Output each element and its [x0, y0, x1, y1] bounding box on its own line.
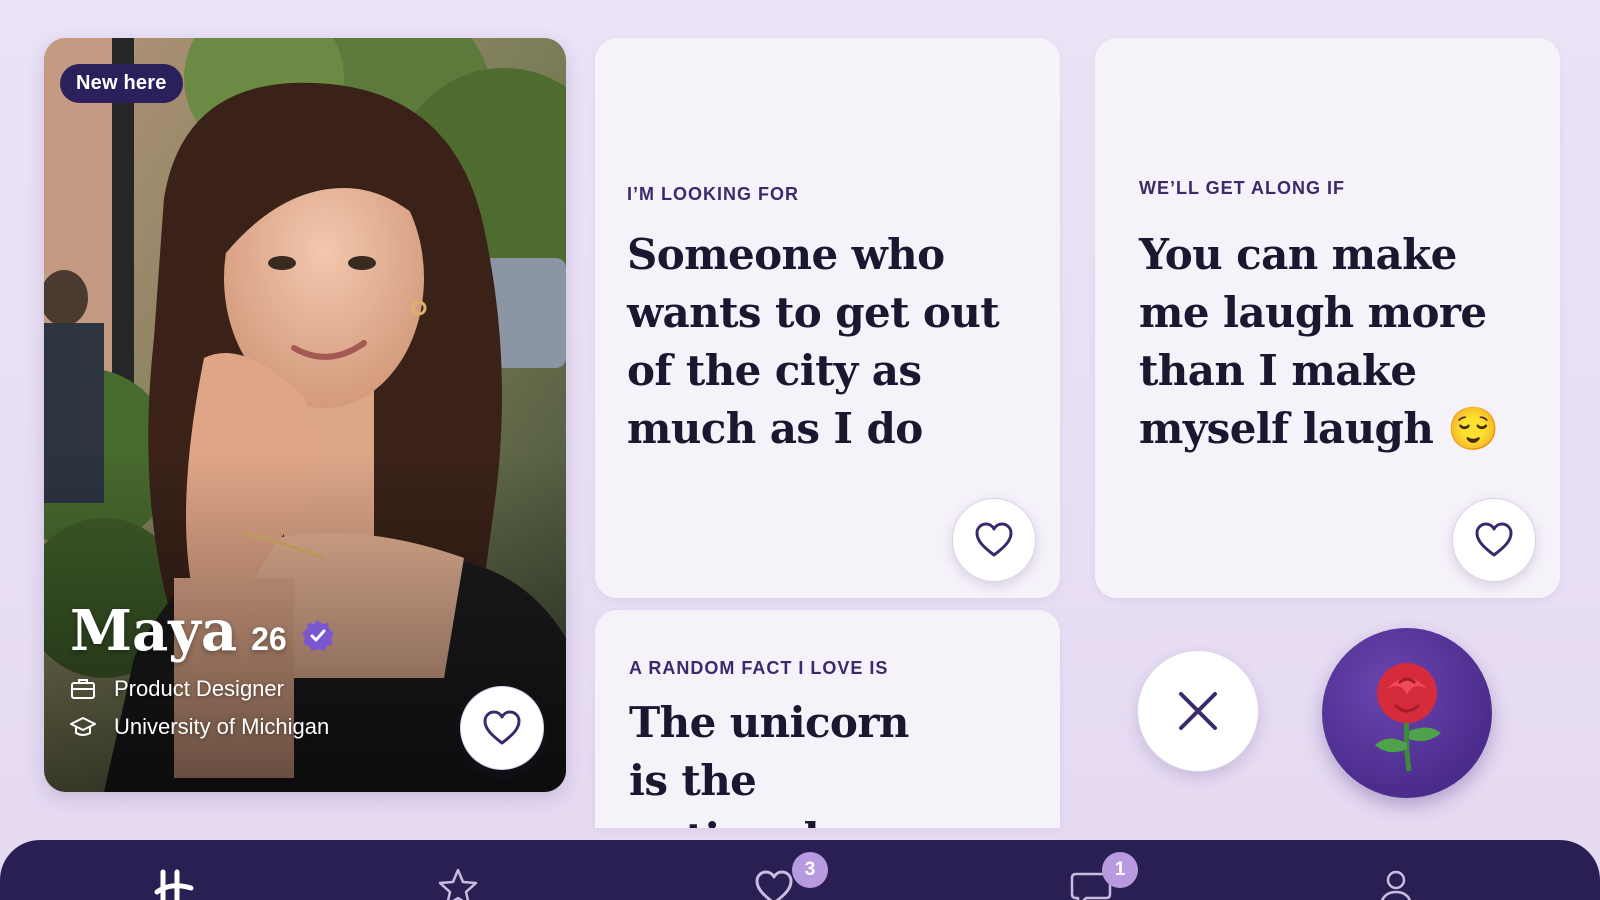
prompt-answer: The unicorn is the national	[629, 698, 909, 828]
close-icon	[1179, 692, 1217, 730]
messages-count-badge: 1	[1102, 852, 1138, 888]
prompt-label: I’M LOOKING FOR	[627, 184, 799, 204]
bottom-nav: 3 1	[0, 840, 1600, 900]
prompt-label: A RANDOM FACT I LOVE IS	[629, 658, 889, 678]
heart-icon	[1475, 522, 1513, 557]
name-row: Maya 26	[70, 598, 335, 664]
prompt-answer: Someone who wants to get out of the city…	[627, 230, 1000, 453]
prompt-like-button[interactable]	[952, 498, 1036, 582]
briefcase-icon	[71, 679, 95, 699]
new-here-badge: New here	[60, 64, 183, 103]
nav-profile[interactable]	[1366, 866, 1426, 900]
skip-button[interactable]	[1137, 650, 1259, 772]
prompt-label: WE’LL GET ALONG IF	[1139, 178, 1345, 198]
verified-badge-icon	[301, 620, 334, 651]
job-row: Product Designer	[70, 676, 335, 702]
profile-name: Maya	[70, 598, 238, 664]
star-icon	[438, 868, 478, 900]
profile-photo-card[interactable]: New here Maya 26 Product Designer Univer…	[44, 38, 566, 792]
graduation-cap-icon	[70, 717, 96, 736]
heart-icon	[975, 522, 1013, 557]
prompt-answer: You can make me laugh more than I make m…	[1139, 230, 1500, 453]
nav-likes[interactable]: 3	[744, 852, 828, 900]
nav-standouts[interactable]	[428, 866, 488, 900]
person-icon	[1380, 870, 1412, 900]
rose-icon	[1375, 663, 1441, 772]
school-row: University of Michigan	[70, 714, 335, 740]
profile-info: Maya 26 Product Designer University of M…	[70, 598, 335, 740]
heart-icon	[755, 870, 793, 900]
prompt-card-random-fact[interactable]: A RANDOM FACT I LOVE IS The unicorn is t…	[595, 610, 1060, 828]
prompt-card-looking-for[interactable]: I’M LOOKING FOR Someone who wants to get…	[595, 38, 1060, 598]
prompt-card-get-along[interactable]: WE’LL GET ALONG IF You can make me laugh…	[1095, 38, 1560, 598]
school-name: University of Michigan	[114, 714, 330, 739]
prompt-like-button[interactable]	[1452, 498, 1536, 582]
job-title: Product Designer	[114, 676, 284, 701]
nav-messages[interactable]: 1	[1062, 852, 1138, 900]
likes-count-badge: 3	[792, 852, 828, 888]
heart-icon	[483, 710, 521, 745]
nav-home[interactable]	[145, 866, 205, 900]
hinge-logo-icon	[154, 869, 194, 900]
profile-age: 26	[251, 621, 287, 657]
photo-like-button[interactable]	[460, 686, 544, 770]
send-rose-button[interactable]	[1322, 628, 1492, 798]
